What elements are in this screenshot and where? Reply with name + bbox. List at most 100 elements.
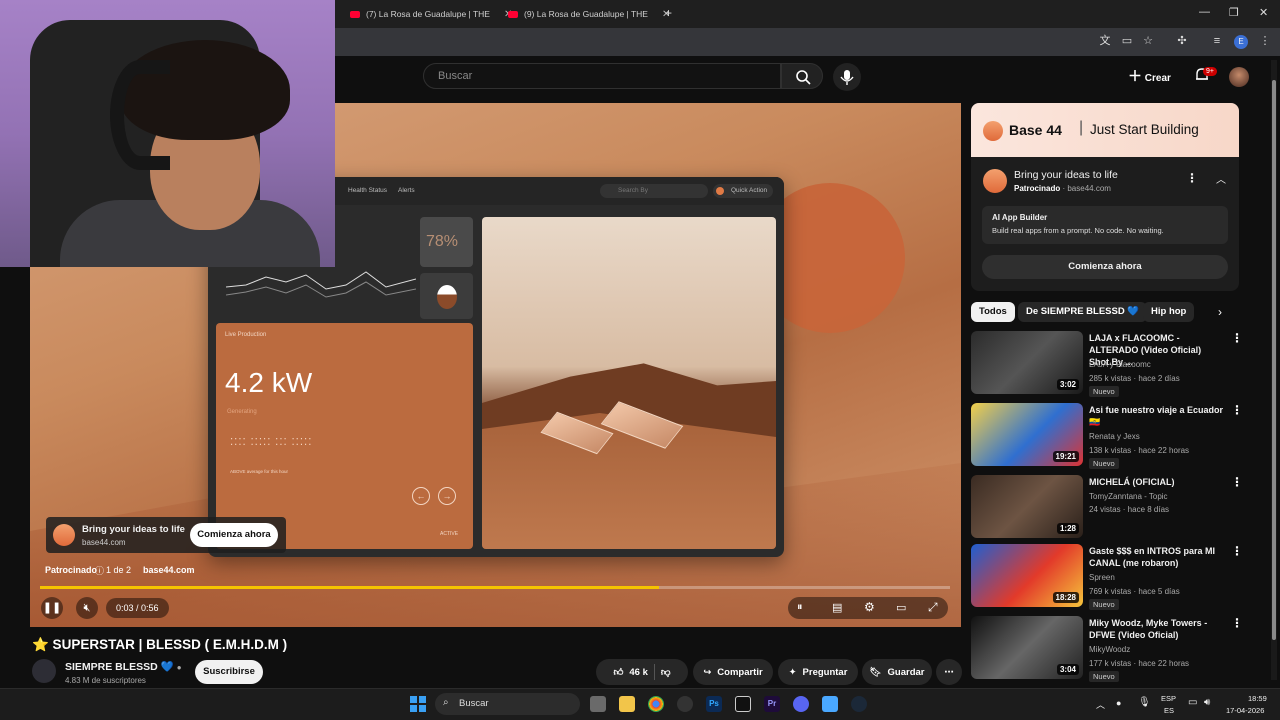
minimize-icon[interactable]: —: [1199, 6, 1210, 18]
more-options-icon[interactable]: ⋮: [1231, 475, 1243, 489]
share-button[interactable]: ↪ Compartir: [693, 659, 773, 685]
info-icon[interactable]: ⓘ: [95, 564, 104, 577]
drop-icon: [437, 285, 457, 309]
reading-list-icon[interactable]: ≡: [1210, 34, 1224, 48]
rec-channel[interactable]: TomyZanntana - Topic: [1089, 492, 1168, 501]
capcut-icon[interactable]: [735, 696, 751, 712]
sidebar-ad-card[interactable]: Base 44 | Just Start Building Bring your…: [971, 103, 1239, 291]
app-icon[interactable]: [677, 696, 693, 712]
list-item[interactable]: 18:28 Gaste $$$ en INTROS para MI CANAL …: [971, 544, 1251, 610]
more-options-icon[interactable]: ⋮: [1231, 331, 1243, 345]
search-icon: [796, 70, 811, 85]
more-options-icon[interactable]: ⋮: [1231, 616, 1243, 630]
chip-hiphop[interactable]: Hip hop: [1143, 302, 1195, 322]
pause-button[interactable]: ❚❚: [41, 597, 63, 619]
rec-channel[interactable]: Spreen: [1089, 573, 1115, 582]
bookmark-star-icon[interactable]: ☆: [1141, 34, 1155, 48]
taskbar-search[interactable]: ⌕ Buscar: [435, 693, 580, 715]
discord-icon[interactable]: [793, 696, 809, 712]
video-thumbnail[interactable]: 18:28: [971, 544, 1083, 607]
tray-chevron-icon[interactable]: ︿: [1096, 698, 1105, 711]
new-tab-button[interactable]: +: [665, 6, 672, 20]
mute-button[interactable]: 🔇︎: [76, 597, 98, 619]
browser-menu-icon[interactable]: ⋮: [1258, 34, 1272, 48]
list-item[interactable]: 3:04 Miky Woodz, Myke Towers - DFWE (Vid…: [971, 616, 1251, 682]
share-icon: ↪: [703, 666, 712, 678]
autoplay-toggle-icon[interactable]: ⏸: [797, 601, 803, 614]
file-explorer-icon[interactable]: [619, 696, 635, 712]
list-item[interactable]: 1:28 MICHELÁ (OFICIAL) TomyZanntana - To…: [971, 475, 1251, 541]
search-button[interactable]: [781, 63, 823, 89]
rec-channel[interactable]: Renata y Jexs: [1089, 432, 1140, 441]
search-input[interactable]: Buscar: [423, 63, 781, 89]
task-view-icon[interactable]: [590, 696, 606, 712]
channel-name[interactable]: SIEMPRE BLESSD 💙 ●: [65, 660, 182, 673]
browser-tab[interactable]: (9) La Rosa de Guadalupe | THE ✕: [508, 4, 670, 24]
close-window-icon[interactable]: ✕: [1259, 6, 1268, 19]
steam-icon[interactable]: [851, 696, 867, 712]
quick-action-icon: [716, 187, 724, 195]
list-item[interactable]: 3:02 LAJA x FLACOOMC - ALTERADO (Video O…: [971, 331, 1251, 397]
language-bottom[interactable]: ES: [1164, 706, 1174, 715]
clock-time[interactable]: 18:59: [1248, 694, 1267, 703]
settings-gear-icon[interactable]: ⚙: [864, 600, 875, 614]
chip-channel[interactable]: De SIEMPRE BLESSD 💙: [1018, 302, 1148, 322]
more-actions-button[interactable]: ⋯: [936, 659, 962, 685]
channel-avatar[interactable]: [32, 659, 56, 683]
rec-channel[interactable]: MikyWoodz: [1089, 645, 1130, 654]
rec-title[interactable]: Asi fue nuestro viaje a Ecuador 🇪🇨: [1089, 404, 1227, 428]
video-thumbnail[interactable]: 3:02: [971, 331, 1083, 394]
volume-icon[interactable]: 🔊︎: [1204, 697, 1210, 708]
more-options-icon[interactable]: ⋮: [1231, 403, 1243, 417]
rec-title[interactable]: MICHELÁ (OFICIAL): [1089, 476, 1227, 488]
ad-cta-button[interactable]: Comienza ahora: [982, 255, 1228, 279]
extensions-icon[interactable]: ✣: [1175, 34, 1189, 48]
clock-date[interactable]: 17-04-2026: [1226, 706, 1264, 715]
premiere-icon[interactable]: Pr: [764, 696, 780, 712]
video-thumbnail[interactable]: 1:28: [971, 475, 1083, 538]
chips-next-icon[interactable]: ›: [1218, 305, 1222, 319]
heart-icon: 💙: [160, 661, 174, 673]
subscribe-button[interactable]: Suscribirse: [195, 660, 263, 684]
new-badge: Nuevo: [1089, 458, 1119, 469]
chrome-icon[interactable]: [648, 696, 664, 712]
divider: [653, 664, 655, 680]
ad-domain-link[interactable]: base44.com: [143, 565, 195, 575]
translate-icon[interactable]: 文: [1098, 34, 1112, 48]
rec-channel[interactable]: LAJA y Flacoomc: [1089, 360, 1151, 369]
ad-overlay-cta-button[interactable]: Comienza ahora: [190, 523, 278, 547]
account-avatar[interactable]: [1229, 67, 1249, 87]
list-item[interactable]: 19:21 Asi fue nuestro viaje a Ecuador 🇪🇨…: [971, 403, 1251, 469]
maximize-icon[interactable]: ❐: [1229, 6, 1239, 19]
theater-mode-icon[interactable]: ▭: [896, 601, 906, 614]
save-button[interactable]: 🔖︎ Guardar: [862, 659, 932, 685]
more-options-icon[interactable]: ⋮: [1231, 544, 1243, 558]
windows-start-icon[interactable]: [410, 696, 426, 712]
scrollbar-thumb[interactable]: [1272, 80, 1276, 640]
profile-icon[interactable]: E: [1234, 35, 1248, 49]
notepad-icon[interactable]: [822, 696, 838, 712]
tray-mic-icon[interactable]: 🎙︎: [1138, 697, 1151, 708]
network-icon[interactable]: ▭: [1188, 697, 1197, 708]
ask-button[interactable]: ✦ Preguntar: [778, 659, 858, 685]
voice-search-button[interactable]: [833, 63, 861, 91]
rec-title[interactable]: Gaste $$$ en INTROS para MI CANAL (me ro…: [1089, 545, 1227, 569]
collapse-chevron-icon[interactable]: ︿: [1216, 171, 1226, 186]
photoshop-icon[interactable]: Ps: [706, 696, 722, 712]
tray-app-icon[interactable]: ●: [1116, 698, 1121, 708]
rec-title[interactable]: Miky Woodz, Myke Towers - DFWE (Video Of…: [1089, 617, 1227, 641]
language-top[interactable]: ESP: [1161, 694, 1176, 703]
video-thumbnail[interactable]: 19:21: [971, 403, 1083, 466]
chip-all[interactable]: Todos: [971, 302, 1015, 322]
create-button[interactable]: ＋ Crear: [1128, 66, 1171, 86]
fullscreen-icon[interactable]: ⤢: [928, 600, 938, 615]
duration: 19:21: [1052, 451, 1079, 462]
like-button[interactable]: 👍︎ 46 k: [613, 666, 647, 679]
ad-menu-icon[interactable]: ⋮: [1186, 171, 1198, 185]
video-thumbnail[interactable]: 3:04: [971, 616, 1083, 679]
subtitles-icon[interactable]: ▤: [832, 601, 842, 614]
cast-icon[interactable]: ▭: [1120, 34, 1134, 48]
browser-tab[interactable]: (7) La Rosa de Guadalupe | THE ✕: [350, 4, 512, 24]
ad-title: Bring your ideas to life: [1014, 169, 1118, 181]
dislike-button[interactable]: 👎︎: [661, 666, 671, 678]
